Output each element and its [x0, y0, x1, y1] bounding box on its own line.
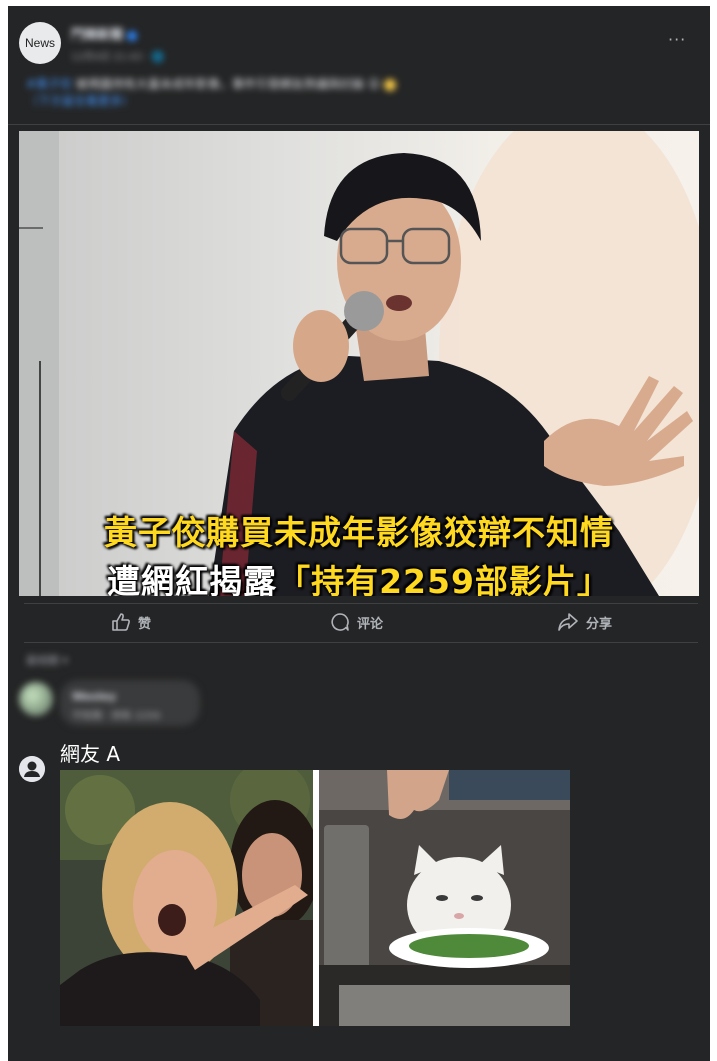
comment-label: 评论 [357, 616, 384, 632]
commenter-name-netizen[interactable]: 網友 A [60, 738, 120, 767]
comment-button[interactable]: 评论 [330, 612, 383, 632]
share-label: 分享 [586, 616, 613, 632]
news-photo[interactable]: 黃子佼購買未成年影像狡辯不知情 遭網紅揭露「持有2259部影片」 [19, 131, 699, 596]
action-divider-bottom [24, 642, 698, 643]
post-caption: #黃子佼 被揭露持有大量未成年影像，事件引發網友熱議與討論 😮 （下方留言看更多… [26, 76, 466, 110]
mouth-shape [386, 295, 412, 311]
share-arrow-icon [558, 613, 578, 631]
comment-sort-dropdown[interactable]: 最相關 ▾ [26, 652, 68, 668]
share-button[interactable]: 分享 [557, 612, 612, 632]
like-button[interactable]: 赞 [111, 612, 151, 632]
caption-text: 被揭露持有大量未成年影像，事件引發網友熱議與討論 😮 [75, 77, 381, 91]
headline-line-2-highlight: 「持有2259部影片」 [277, 562, 611, 596]
emoji-icon [384, 78, 397, 91]
thumbs-up-icon [112, 613, 130, 631]
hand-left [293, 310, 349, 382]
commenter-name[interactable]: Wesley [72, 690, 116, 703]
header-divider [8, 124, 710, 125]
like-label: 赞 [138, 616, 152, 632]
user-avatar-icon[interactable] [19, 756, 45, 782]
user-silhouette [19, 756, 45, 782]
headline-line-2: 遭網紅揭露「持有2259部影片」 [19, 555, 699, 596]
meme-right-illustration [319, 770, 570, 1026]
caption-subline[interactable]: （下方留言看更多） [26, 94, 134, 108]
action-divider-top [24, 603, 698, 604]
page-name[interactable]: 鬥陣新聞 [71, 24, 138, 43]
headline-line-2-text: 遭網紅揭露 [107, 562, 278, 596]
page-name-text: 鬥陣新聞 [71, 28, 124, 43]
verified-badge-icon [127, 30, 138, 41]
headline-line-1: 黃子佼購買未成年影像狡辯不知情 [104, 513, 614, 552]
comment-bubble-icon [331, 613, 349, 631]
meme-right-panel[interactable] [319, 770, 570, 1026]
page-avatar-label: News [24, 36, 55, 50]
hashtag-link[interactable]: #黃子佼 [26, 77, 72, 91]
more-horizontal-icon[interactable]: ··· [668, 32, 690, 48]
page-avatar[interactable]: News [19, 22, 61, 64]
comment-text: 不知情 · 持有 2259 [72, 711, 161, 722]
meme-left-illustration [60, 770, 313, 1026]
microphone-head [344, 291, 384, 331]
post-meta[interactable]: 12月4日 21:43 · 🌐 [71, 48, 164, 63]
commenter-avatar[interactable] [19, 682, 53, 716]
meme-left-panel[interactable] [60, 770, 313, 1026]
